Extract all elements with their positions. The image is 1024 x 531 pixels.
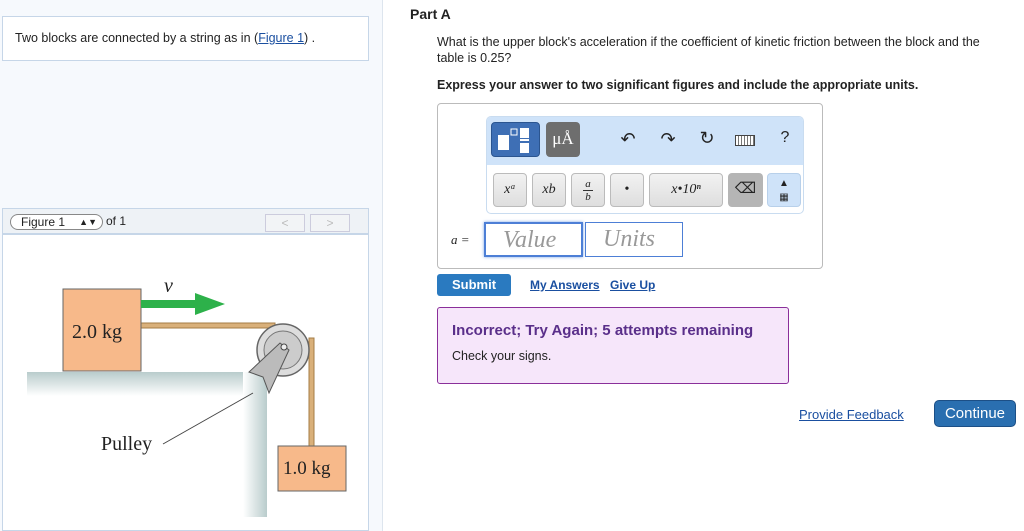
continue-button[interactable]: Continue xyxy=(934,400,1016,427)
next-figure-button[interactable]: > xyxy=(310,214,350,232)
prev-figure-button[interactable]: < xyxy=(265,214,305,232)
table-top xyxy=(27,372,267,396)
instruction-text: Express your answer to two significant f… xyxy=(437,78,919,92)
fraction-button[interactable]: ab xyxy=(571,173,605,207)
give-up-link[interactable]: Give Up xyxy=(610,278,655,292)
feedback-text: Check your signs. xyxy=(452,349,552,363)
intro-end: ) . xyxy=(304,31,316,45)
templates-button[interactable] xyxy=(491,122,540,157)
problem-intro: Two blocks are connected by a string as … xyxy=(2,16,369,61)
templates-icon xyxy=(498,128,529,153)
backspace-icon: ⌫ xyxy=(734,180,757,197)
units-input[interactable]: Units xyxy=(585,222,683,257)
redo-icon[interactable]: ↷ xyxy=(657,129,679,150)
show-keyboard-button[interactable]: ▲ ▦ xyxy=(767,173,801,207)
feedback-title: Incorrect; Try Again; 5 attempts remaini… xyxy=(452,322,754,339)
keyboard-icon[interactable] xyxy=(735,135,755,146)
answer-label: a = xyxy=(451,232,470,247)
string-horizontal xyxy=(139,322,276,329)
figure-navbar: Figure 1 ▲▼ of 1 < > xyxy=(2,208,369,234)
upper-mass-label: 2.0 kg xyxy=(72,321,122,343)
velocity-arrow xyxy=(141,300,197,308)
question-text: What is the upper block's acceleration i… xyxy=(437,35,980,65)
figure-select[interactable]: Figure 1 ▲▼ xyxy=(10,214,103,230)
dot-button[interactable]: • xyxy=(610,173,644,207)
part-title: Part A xyxy=(410,6,451,22)
my-answers-link[interactable]: My Answers xyxy=(530,278,600,292)
units-button[interactable]: μÅ xyxy=(546,122,580,157)
figure-image: 2.0 kg 1.0 kg v⃗ Pulley xyxy=(2,234,369,531)
help-button[interactable]: ? xyxy=(774,129,796,147)
lower-mass-label: 1.0 kg xyxy=(283,458,331,479)
backspace-button[interactable]: ⌫ xyxy=(728,173,763,207)
figure-select-value: Figure 1 xyxy=(21,215,66,229)
pulley-pointer xyxy=(162,392,254,445)
keyboard-up-icon: ▲ ▦ xyxy=(779,178,789,203)
fraction-numerator: a xyxy=(583,178,593,191)
subscript-button[interactable]: xb xyxy=(532,173,566,207)
provide-feedback-link[interactable]: Provide Feedback xyxy=(799,407,904,422)
velocity-label: v⃗ xyxy=(164,275,189,297)
undo-icon[interactable]: ↶ xyxy=(617,129,639,150)
reset-icon[interactable]: ↻ xyxy=(696,128,718,149)
pulley-label: Pulley xyxy=(101,433,153,455)
feedback-box: Incorrect; Try Again; 5 attempts remaini… xyxy=(437,307,789,384)
table-leg xyxy=(243,372,267,517)
select-arrows-icon: ▲▼ xyxy=(79,217,97,227)
answer-box: μÅ ↶ ↷ ↻ ? xᵃ xb ab • x•10ⁿ ⌫ ▲ ▦ a = Val… xyxy=(437,103,823,269)
figure-link[interactable]: Figure 1 xyxy=(258,31,304,45)
superscript-button[interactable]: xᵃ xyxy=(493,173,527,207)
math-toolbar: μÅ ↶ ↷ ↻ ? xᵃ xb ab • x•10ⁿ ⌫ ▲ ▦ xyxy=(486,116,804,214)
submit-button[interactable]: Submit xyxy=(437,274,511,296)
scientific-notation-button[interactable]: x•10ⁿ xyxy=(649,173,723,207)
figure-count: of 1 xyxy=(106,214,127,228)
fraction-denominator: b xyxy=(585,191,591,203)
value-input[interactable]: Value xyxy=(484,222,583,257)
intro-text: Two blocks are connected by a string as … xyxy=(15,31,259,45)
